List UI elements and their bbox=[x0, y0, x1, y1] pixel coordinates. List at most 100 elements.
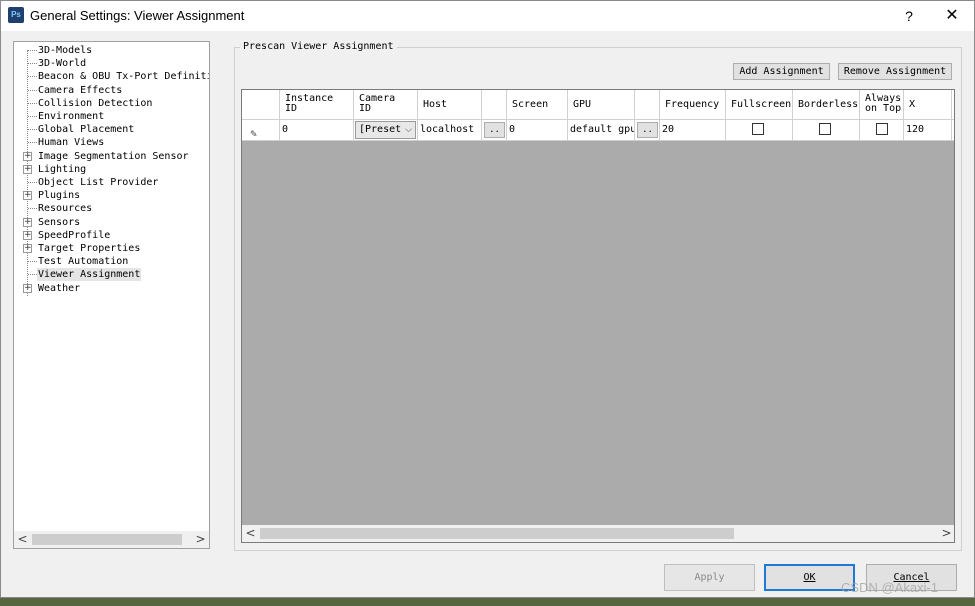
cell-gpu-browse: .. bbox=[635, 120, 660, 141]
tree-item[interactable]: + Lighting bbox=[14, 163, 209, 176]
column-header-frequency[interactable]: Frequency bbox=[660, 90, 726, 120]
scroll-right-icon[interactable]: > bbox=[938, 525, 954, 542]
tree-item-label: Lighting bbox=[38, 163, 87, 175]
desktop-background bbox=[0, 598, 975, 606]
tree-item-label: Plugins bbox=[38, 190, 81, 202]
cell-always-on-top bbox=[860, 120, 904, 141]
scrollbar-thumb[interactable] bbox=[260, 528, 734, 539]
pencil-icon: ✎ bbox=[250, 130, 258, 140]
column-header-host[interactable]: Host bbox=[418, 90, 482, 120]
expand-icon[interactable]: + bbox=[23, 230, 32, 240]
tree-item[interactable]: Resources bbox=[14, 202, 209, 215]
tree-item[interactable]: Viewer Assignment bbox=[14, 268, 209, 282]
column-header-instance-id[interactable]: Instance ID bbox=[280, 90, 354, 120]
tree-item[interactable]: + Sensors bbox=[14, 216, 209, 229]
tree-item[interactable]: Environment bbox=[14, 110, 209, 123]
expand-icon[interactable]: + bbox=[23, 244, 32, 253]
host-browse-button[interactable]: .. bbox=[484, 122, 505, 138]
column-header-borderless[interactable]: Borderless bbox=[793, 90, 860, 120]
column-header-gpu[interactable]: GPU bbox=[568, 90, 635, 120]
column-header-camera-id[interactable]: Camera ID bbox=[354, 90, 418, 120]
tree-item[interactable]: Collision Detection bbox=[14, 97, 209, 110]
tree-item[interactable]: + Target Properties bbox=[14, 242, 209, 255]
tree-item[interactable]: + Plugins bbox=[14, 189, 209, 202]
window-title: General Settings: Viewer Assignment bbox=[30, 8, 245, 23]
cell-host[interactable]: localhost bbox=[418, 120, 482, 141]
tree-item-label: Viewer Assignment bbox=[37, 268, 142, 282]
tree-item-label: Human Views bbox=[38, 137, 105, 149]
grid-horizontal-scrollbar[interactable]: < > bbox=[242, 525, 954, 542]
cell-screen[interactable]: 0 bbox=[507, 120, 568, 141]
tree-connector bbox=[28, 274, 37, 276]
tree-item-label: Image Segmentation Sensor bbox=[38, 150, 189, 162]
tree-item-label: Camera Effects bbox=[38, 84, 123, 96]
tree-item[interactable]: Global Placement bbox=[14, 123, 209, 136]
tree-item[interactable]: Human Views bbox=[14, 136, 209, 149]
tree-item-label: 3D-World bbox=[38, 58, 87, 70]
row-header-corner bbox=[242, 90, 280, 120]
settings-dialog: Ps General Settings: Viewer Assignment ?… bbox=[0, 0, 975, 598]
tree-connector bbox=[28, 116, 37, 117]
tree-item[interactable]: Camera Effects bbox=[14, 84, 209, 97]
apply-button[interactable]: Apply bbox=[664, 564, 755, 591]
tree-connector bbox=[28, 208, 37, 210]
tree-connector bbox=[28, 50, 37, 51]
column-header-screen[interactable]: Screen bbox=[507, 90, 568, 120]
tree-connector bbox=[28, 129, 37, 131]
tree-item[interactable]: Test Automation bbox=[14, 255, 209, 268]
expand-icon[interactable]: + bbox=[23, 164, 32, 174]
expand-icon[interactable]: + bbox=[23, 151, 32, 161]
tree-item-label: Object List Provider bbox=[38, 177, 159, 188]
cell-instance-id[interactable]: 0 bbox=[280, 120, 354, 141]
tree-horizontal-scrollbar[interactable]: < > bbox=[14, 531, 209, 548]
group-title: Prescan Viewer Assignment bbox=[240, 41, 397, 52]
cell-overflow: : bbox=[952, 120, 954, 141]
settings-tree[interactable]: 3D-Models 3D-World Beacon & OBU Tx-Port De… bbox=[13, 41, 210, 549]
expand-icon[interactable]: + bbox=[23, 283, 32, 293]
column-header-always-on-top[interactable]: Always on Top bbox=[860, 90, 904, 120]
tree-item-label: 3D-Models bbox=[38, 45, 93, 56]
tree-item[interactable]: Beacon & OBU Tx-Port Definitio bbox=[14, 70, 209, 83]
borderless-checkbox[interactable] bbox=[819, 123, 831, 135]
scrollbar-thumb[interactable] bbox=[32, 534, 182, 545]
camera-id-dropdown[interactable]: [Preset ⌵ bbox=[355, 121, 416, 139]
title-bar: Ps General Settings: Viewer Assignment ?… bbox=[1, 1, 974, 31]
tree-item[interactable]: + SpeedProfile bbox=[14, 229, 209, 242]
expand-icon[interactable]: + bbox=[23, 191, 32, 201]
assignment-grid[interactable]: Instance ID Camera ID Host Screen GPU Fr… bbox=[241, 89, 955, 543]
close-button[interactable]: ✕ bbox=[932, 1, 972, 31]
add-assignment-button[interactable]: Add Assignment bbox=[733, 63, 830, 80]
tree-item[interactable]: 3D-Models bbox=[14, 44, 209, 57]
cell-x[interactable]: 120 bbox=[904, 120, 952, 141]
expand-icon[interactable]: + bbox=[23, 217, 32, 227]
tree-connector bbox=[28, 76, 37, 78]
watermark: CSDN @Akaxi-1 bbox=[841, 580, 938, 595]
cell-frequency[interactable]: 20 bbox=[660, 120, 726, 141]
tree-item[interactable]: 3D-World bbox=[14, 57, 209, 70]
gpu-browse-button[interactable]: .. bbox=[637, 122, 658, 138]
scroll-left-icon[interactable]: < bbox=[14, 531, 31, 548]
tree-item-label: Environment bbox=[38, 111, 105, 122]
scroll-right-icon[interactable]: > bbox=[192, 531, 209, 548]
tree-item[interactable]: + Weather bbox=[14, 282, 209, 295]
column-header-x[interactable]: X bbox=[904, 90, 952, 120]
tree-connector bbox=[28, 63, 37, 65]
tree-connector bbox=[28, 89, 37, 91]
tree-item[interactable]: Object List Provider bbox=[14, 176, 209, 189]
always-on-top-checkbox[interactable] bbox=[876, 123, 888, 135]
tree-item-label: Collision Detection bbox=[38, 97, 153, 109]
tree-connector bbox=[28, 182, 37, 183]
column-header-overflow bbox=[952, 90, 954, 120]
column-header-host-browse bbox=[482, 90, 507, 120]
remove-assignment-button[interactable]: Remove Assignment bbox=[838, 63, 952, 80]
tree-item[interactable]: + Image Segmentation Sensor bbox=[14, 150, 209, 163]
row-header[interactable]: ✎ bbox=[242, 120, 280, 141]
help-button[interactable]: ? bbox=[889, 1, 929, 31]
tree-item-label: Test Automation bbox=[38, 256, 129, 268]
tree-item-label: Target Properties bbox=[38, 243, 141, 254]
fullscreen-checkbox[interactable] bbox=[752, 123, 764, 135]
column-header-fullscreen[interactable]: Fullscreen bbox=[726, 90, 793, 120]
scroll-left-icon[interactable]: < bbox=[242, 525, 259, 542]
cell-gpu[interactable]: default gpu bbox=[568, 120, 635, 141]
cell-camera-id[interactable]: [Preset ⌵ bbox=[354, 120, 418, 141]
